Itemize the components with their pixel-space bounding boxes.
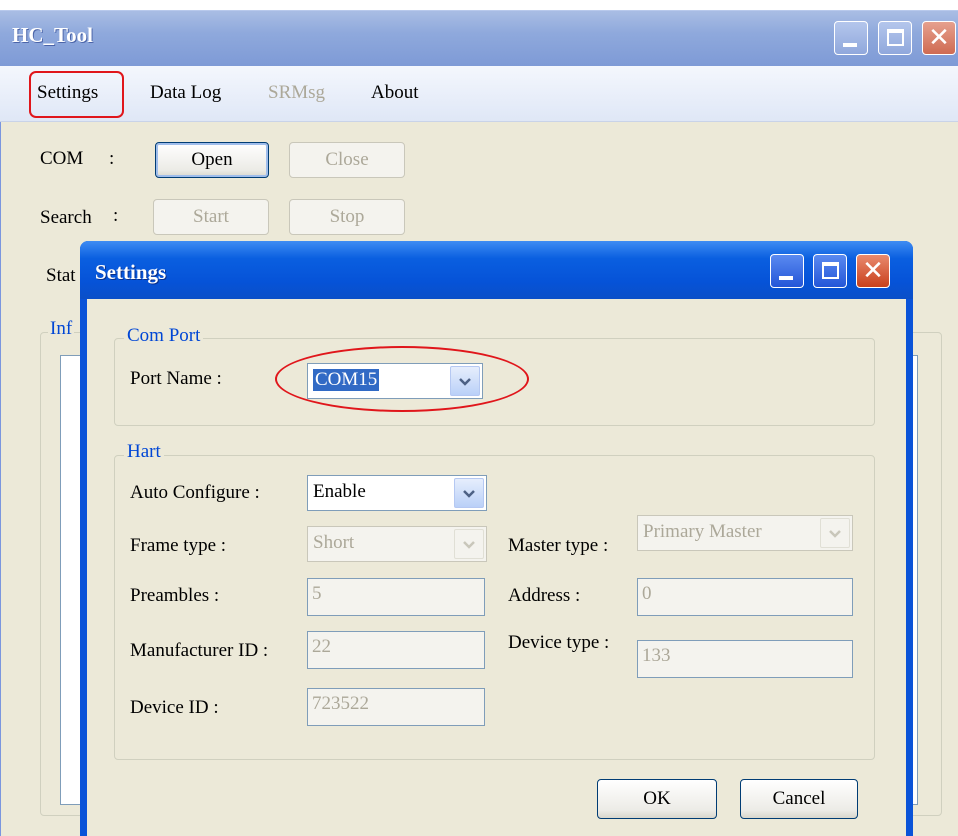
main-close-button[interactable]: ✕ [922,21,956,55]
frame-type-value: Short [313,532,355,553]
maximize-icon [887,29,904,46]
auto-configure-dropdown-button[interactable] [454,478,484,508]
search-label-colon: : [113,205,119,226]
close-icon: ✕ [928,23,950,53]
auto-configure-value: Enable [313,481,366,502]
menu-about[interactable]: About [371,82,419,104]
cancel-button[interactable]: Cancel [740,779,858,819]
menu-srmsg[interactable]: SRMsg [268,82,325,104]
com-port-group-label: Com Port [124,325,204,347]
stop-search-button[interactable]: Stop [289,199,405,235]
settings-dialog-title: Settings [95,260,167,284]
manufacturer-id-label: Manufacturer ID : [130,640,269,661]
device-id-value: 723522 [312,693,369,714]
master-type-label: Master type : [508,535,609,556]
info-group-label: Inf [48,318,75,340]
device-id-field[interactable]: 723522 [307,688,485,726]
close-icon: ✕ [862,256,884,286]
master-type-combo[interactable]: Primary Master [637,515,853,551]
master-type-dropdown-button[interactable] [820,518,850,548]
minimize-icon [779,276,793,280]
frame-type-label: Frame type : [130,535,227,556]
manufacturer-id-field[interactable]: 22 [307,631,485,669]
menu-settings[interactable]: Settings [37,82,98,104]
master-type-value: Primary Master [643,521,762,542]
dialog-minimize-button[interactable] [770,254,804,288]
auto-configure-combo[interactable]: Enable [307,475,487,511]
address-value: 0 [642,583,652,604]
device-type-field[interactable]: 133 [637,640,853,678]
com-label-colon: : [109,148,115,169]
main-maximize-button[interactable] [878,21,912,55]
port-name-highlight [275,346,529,412]
dialog-maximize-button[interactable] [813,254,847,288]
minimize-icon [843,43,857,47]
dialog-close-button[interactable]: ✕ [856,254,890,288]
address-label: Address : [508,585,581,606]
device-type-value: 133 [642,645,671,666]
ok-button[interactable]: OK [597,779,717,819]
chevron-down-icon [829,530,841,538]
frame-type-dropdown-button[interactable] [454,529,484,559]
port-name-label: Port Name : [130,368,222,389]
preambles-field[interactable]: 5 [307,578,485,616]
hart-group-label: Hart [124,441,164,463]
manufacturer-id-value: 22 [312,636,331,657]
close-port-button[interactable]: Close [289,142,405,178]
preambles-value: 5 [312,583,322,604]
device-type-label: Device type : [508,632,610,653]
device-id-label: Device ID : [130,697,219,718]
menu-bar [0,66,958,122]
main-minimize-button[interactable] [834,21,868,55]
chevron-down-icon [463,490,475,498]
open-button[interactable]: Open [155,142,269,178]
frame-type-combo[interactable]: Short [307,526,487,562]
com-label: COM [40,148,84,169]
chevron-down-icon [463,541,475,549]
menu-data-log[interactable]: Data Log [150,82,221,104]
address-field[interactable]: 0 [637,578,853,616]
start-search-button[interactable]: Start [153,199,269,235]
status-label: Stat [46,265,76,286]
preambles-label: Preambles : [130,585,220,606]
search-label: Search [40,207,92,228]
maximize-icon [822,262,839,279]
main-window-title: HC_Tool [12,23,93,47]
auto-configure-label: Auto Configure : [130,482,260,503]
main-title-bar[interactable] [0,10,958,66]
